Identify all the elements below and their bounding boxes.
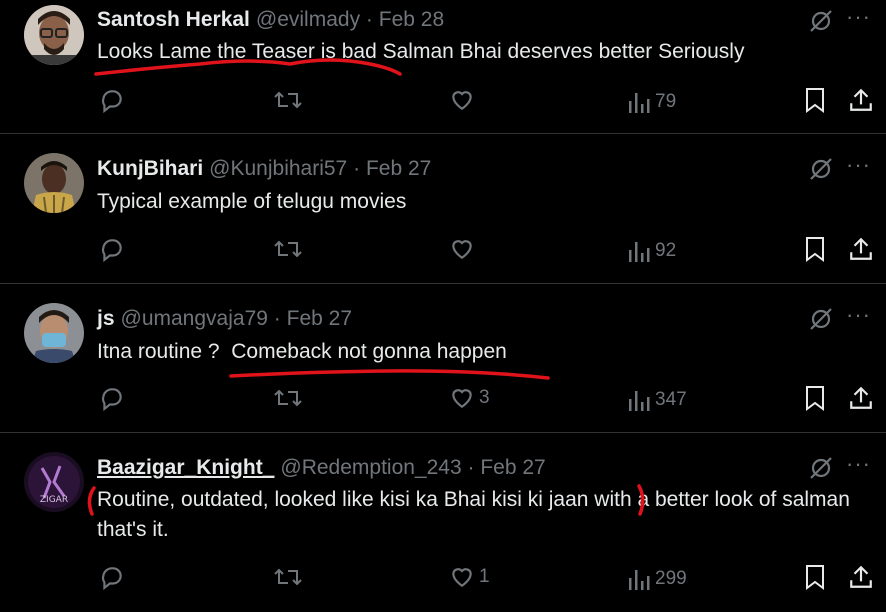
retweet-icon [274, 91, 302, 109]
views-button[interactable]: 347 [627, 387, 687, 413]
tweet-text: Routine, outdated, looked like kisi ka B… [97, 488, 850, 541]
retweet-icon [274, 240, 302, 258]
retweet-button[interactable] [274, 236, 306, 262]
views-icon [629, 570, 650, 590]
tweet-date[interactable]: Feb 28 [379, 8, 444, 31]
reply-icon [101, 239, 122, 262]
like-icon [452, 91, 472, 110]
like-icon [452, 240, 472, 259]
bookmark-button[interactable] [804, 87, 826, 113]
reply-button[interactable] [99, 87, 129, 113]
tweet-header: js @umangvaja79 · Feb 27 [97, 305, 352, 333]
views-icon [629, 93, 650, 113]
retweet-icon [274, 389, 302, 407]
more-icon[interactable]: ··· [846, 6, 876, 30]
reply-icon [101, 567, 122, 590]
more-icon[interactable]: ··· [846, 453, 876, 477]
tweet-header: Baazigar_Knight_ @Redemption_243 · Feb 27 [97, 454, 546, 482]
retweet-button[interactable] [274, 385, 306, 411]
svg-text:ZIGAR: ZIGAR [40, 495, 68, 505]
tweet-date[interactable]: Feb 27 [287, 307, 352, 330]
tweet[interactable]: ZIGAR Baazigar_Knight_ @Redemption_243 · … [0, 433, 886, 612]
tweet-text: Looks Lame the Teaser is bad Salman Bhai… [97, 40, 745, 63]
bookmark-button[interactable] [804, 385, 826, 411]
avatar[interactable] [24, 5, 84, 65]
share-button[interactable] [848, 87, 874, 113]
like-icon [452, 389, 472, 408]
views-button[interactable]: 299 [627, 566, 687, 592]
avatar[interactable]: ZIGAR [24, 452, 84, 512]
tweet-date[interactable]: Feb 27 [480, 456, 545, 479]
grok-icon[interactable] [808, 8, 834, 34]
share-icon [850, 386, 872, 409]
user-handle[interactable]: @evilmady [256, 8, 360, 31]
red-bracket-annotation [87, 486, 96, 516]
tweet[interactable]: Santosh Herkal @evilmady · Feb 28 ··· Loo… [0, 0, 886, 134]
more-icon[interactable]: ··· [846, 304, 876, 328]
like-button[interactable] [449, 236, 479, 262]
more-icon[interactable]: ··· [846, 154, 876, 178]
share-button[interactable] [848, 236, 874, 262]
separator: · [467, 456, 475, 479]
avatar[interactable] [24, 303, 84, 363]
like-button[interactable] [449, 87, 479, 113]
display-name[interactable]: Baazigar_Knight_ [97, 456, 274, 479]
bookmark-button[interactable] [804, 564, 826, 590]
avatar[interactable] [24, 153, 84, 213]
display-name[interactable]: KunjBihari [97, 157, 203, 180]
reply-button[interactable] [99, 564, 129, 590]
retweet-button[interactable] [274, 87, 306, 113]
views-button[interactable]: 79 [627, 89, 676, 115]
display-name[interactable]: Santosh Herkal [97, 8, 250, 31]
tweet[interactable]: js @umangvaja79 · Feb 27 ··· Itna routine… [0, 284, 886, 433]
grok-icon[interactable] [808, 156, 834, 182]
views-icon [629, 391, 650, 411]
user-handle[interactable]: @Kunjbihari57 [209, 157, 347, 180]
bookmark-icon [806, 386, 824, 411]
separator: · [353, 157, 361, 180]
bookmark-icon [806, 237, 824, 262]
separator: · [365, 8, 373, 31]
share-icon [850, 88, 872, 111]
red-underline-annotation [229, 369, 550, 380]
retweet-icon [274, 568, 302, 586]
tweet[interactable]: KunjBihari @Kunjbihari57 · Feb 27 ··· Typ… [0, 134, 886, 284]
bookmark-button[interactable] [804, 236, 826, 262]
share-button[interactable] [848, 385, 874, 411]
tweet-header: Santosh Herkal @evilmady · Feb 28 [97, 6, 444, 34]
share-button[interactable] [848, 564, 874, 590]
reply-button[interactable] [99, 385, 129, 411]
reply-icon [101, 388, 122, 411]
reply-icon [101, 90, 122, 113]
share-icon [850, 237, 872, 260]
share-icon [850, 565, 872, 588]
tweet-text: Typical example of telugu movies [97, 190, 407, 213]
separator: · [273, 307, 281, 330]
bookmark-icon [806, 565, 824, 590]
reply-button[interactable] [99, 236, 129, 262]
bookmark-icon [806, 88, 824, 113]
tweet-text: Itna routine ? Comeback not gonna happen [97, 340, 507, 363]
tweet-date[interactable]: Feb 27 [366, 157, 431, 180]
user-handle[interactable]: @Redemption_243 [280, 456, 461, 479]
grok-icon[interactable] [808, 306, 834, 332]
like-icon [452, 568, 472, 587]
views-icon [629, 242, 650, 262]
retweet-button[interactable] [274, 564, 306, 590]
tweet-header: KunjBihari @Kunjbihari57 · Feb 27 [97, 155, 431, 183]
grok-icon[interactable] [808, 455, 834, 481]
views-button[interactable]: 92 [627, 238, 676, 264]
display-name[interactable]: js [97, 307, 115, 330]
like-button[interactable]: 3 [449, 385, 490, 411]
like-button[interactable]: 1 [449, 564, 490, 590]
user-handle[interactable]: @umangvaja79 [121, 307, 268, 330]
